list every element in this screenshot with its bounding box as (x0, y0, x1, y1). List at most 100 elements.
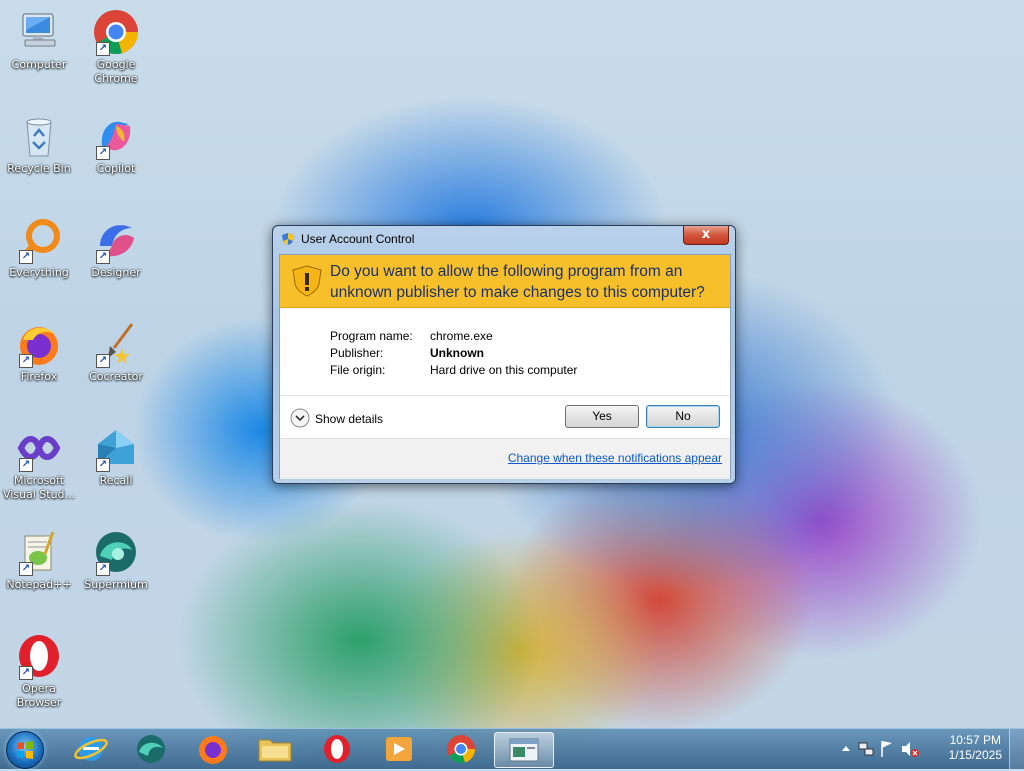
desktop-icon-firefox[interactable]: ↗ Firefox (1, 320, 77, 384)
desktop-icon-cocreator[interactable]: ↗ Cocreator (78, 320, 154, 384)
taskbar-uac-dialog[interactable] (494, 732, 554, 768)
taskbar-chrome[interactable] (432, 732, 490, 766)
desktop-icon-label: Computer (11, 58, 67, 71)
desktop-icon-label: Microsoft Visual Stud... (2, 474, 76, 501)
chrome-icon: ↗ (92, 8, 140, 56)
everything-search-icon: ↗ (15, 216, 63, 264)
desktop-icon-label: Cocreator (89, 370, 143, 383)
shortcut-arrow-icon: ↗ (19, 458, 33, 472)
file-origin-label: File origin: (330, 363, 386, 377)
desktop-icon-designer[interactable]: ↗ Designer (78, 216, 154, 280)
internet-explorer-icon (74, 737, 108, 761)
show-hidden-icons-icon[interactable] (842, 746, 850, 751)
desktop-icon-copilot[interactable]: ↗ Copilot (78, 112, 154, 176)
file-origin-value: Hard drive on this computer (430, 363, 578, 377)
taskbar: 10:57 PM 1/15/2025 (0, 728, 1024, 769)
desktop-icon-google-chrome[interactable]: ↗ Google Chrome (78, 8, 154, 86)
desktop-icon-computer[interactable]: Computer (1, 8, 77, 72)
system-tray: 10:57 PM 1/15/2025 (834, 729, 1024, 769)
start-button[interactable] (6, 731, 44, 769)
clock-time: 10:57 PM (949, 733, 1001, 747)
notepad-plus-plus-icon: ↗ (15, 528, 63, 576)
windows-logo-icon (17, 741, 33, 759)
chevron-down-icon[interactable] (290, 408, 310, 428)
program-name-label: Program name: (330, 329, 413, 343)
desktop-icon-label: Everything (9, 266, 69, 279)
shortcut-arrow-icon: ↗ (96, 250, 110, 264)
desktop-icon-label: Google Chrome (94, 58, 138, 85)
visual-studio-icon: ↗ (15, 424, 63, 472)
shortcut-arrow-icon: ↗ (96, 458, 110, 472)
desktop-icon-visual-studio[interactable]: ↗ Microsoft Visual Stud... (1, 424, 77, 502)
firefox-icon: ↗ (15, 320, 63, 368)
opera-icon (324, 735, 350, 763)
supermium-icon: ↗ (92, 528, 140, 576)
chrome-icon (447, 735, 475, 763)
program-name-value: chrome.exe (430, 329, 493, 343)
desktop-icon-recall[interactable]: ↗ Recall (78, 424, 154, 488)
desktop-icon-label: Supermium (84, 578, 148, 591)
volume-muted-icon[interactable] (902, 742, 919, 757)
desktop-icon-label: Recall (99, 474, 133, 487)
paintbrush-icon: ↗ (92, 320, 140, 368)
close-button[interactable]: x (683, 226, 729, 245)
network-icon[interactable] (858, 742, 874, 756)
uac-title: User Account Control (301, 232, 415, 246)
desktop-icon-supermium[interactable]: ↗ Supermium (78, 528, 154, 592)
copilot-icon: ↗ (92, 112, 140, 160)
uac-content: Do you want to allow the following progr… (279, 254, 731, 479)
uac-dialog: User Account Control x Do you want to al… (272, 225, 736, 484)
no-button[interactable]: No (646, 405, 720, 428)
uac-shield-small-icon (281, 232, 295, 246)
uac-dialog-icon (509, 738, 539, 762)
taskbar-media-player[interactable] (370, 732, 428, 766)
shortcut-arrow-icon: ↗ (19, 562, 33, 576)
taskbar-firefox[interactable] (184, 732, 242, 766)
uac-titlebar[interactable]: User Account Control x (273, 226, 735, 252)
shortcut-arrow-icon: ↗ (19, 354, 33, 368)
shortcut-arrow-icon: ↗ (19, 250, 33, 264)
change-notifications-link[interactable]: Change when these notifications appear (508, 451, 722, 465)
desktop-icon-label: Firefox (20, 370, 58, 383)
desktop-icon-notepad-plus-plus[interactable]: ↗ Notepad++ (1, 528, 77, 592)
file-explorer-icon (258, 739, 292, 762)
action-center-flag-icon[interactable] (881, 741, 892, 757)
uac-question-text: Do you want to allow the following progr… (330, 263, 705, 301)
taskbar-opera[interactable] (308, 732, 366, 766)
taskbar-file-explorer[interactable] (246, 732, 304, 766)
show-desktop-button[interactable] (1009, 729, 1024, 769)
media-player-icon (386, 737, 412, 761)
warning-shield-icon (292, 265, 322, 297)
publisher-value: Unknown (430, 346, 484, 360)
shortcut-arrow-icon: ↗ (96, 354, 110, 368)
desktop-icon-opera[interactable]: ↗ Opera Browser (1, 632, 77, 710)
show-details-toggle[interactable]: Show details (315, 412, 383, 426)
shortcut-arrow-icon: ↗ (96, 146, 110, 160)
shortcut-arrow-icon: ↗ (19, 666, 33, 680)
opera-icon: ↗ (15, 632, 63, 680)
publisher-label: Publisher: (330, 346, 384, 360)
uac-warning-banner: Do you want to allow the following progr… (280, 255, 730, 308)
designer-icon: ↗ (92, 216, 140, 264)
desktop-icon-recycle-bin[interactable]: Recycle Bin (1, 112, 77, 176)
desktop-icon-label: Designer (91, 266, 141, 279)
taskbar-supermium[interactable] (122, 732, 180, 766)
recall-icon: ↗ (92, 424, 140, 472)
clock[interactable]: 10:57 PM 1/15/2025 (949, 733, 1002, 763)
yes-button[interactable]: Yes (565, 405, 639, 428)
desktop-icon-label: Copilot (96, 162, 136, 175)
desktop-icon-everything[interactable]: ↗ Everything (1, 216, 77, 280)
supermium-icon (137, 735, 165, 763)
firefox-icon (199, 736, 227, 764)
shortcut-arrow-icon: ↗ (96, 42, 110, 56)
shortcut-arrow-icon: ↗ (96, 562, 110, 576)
computer-icon (15, 8, 63, 56)
uac-footer: Change when these notifications appear (280, 438, 730, 479)
desktop-icon-label: Opera Browser (16, 682, 62, 709)
desktop-icon-label: Notepad++ (6, 578, 72, 591)
taskbar-internet-explorer[interactable] (62, 732, 120, 766)
recycle-bin-icon (15, 112, 63, 160)
desktop-icon-label: Recycle Bin (7, 162, 71, 175)
clock-date: 1/15/2025 (948, 748, 1002, 762)
uac-button-row: Show details Yes No (280, 395, 730, 438)
